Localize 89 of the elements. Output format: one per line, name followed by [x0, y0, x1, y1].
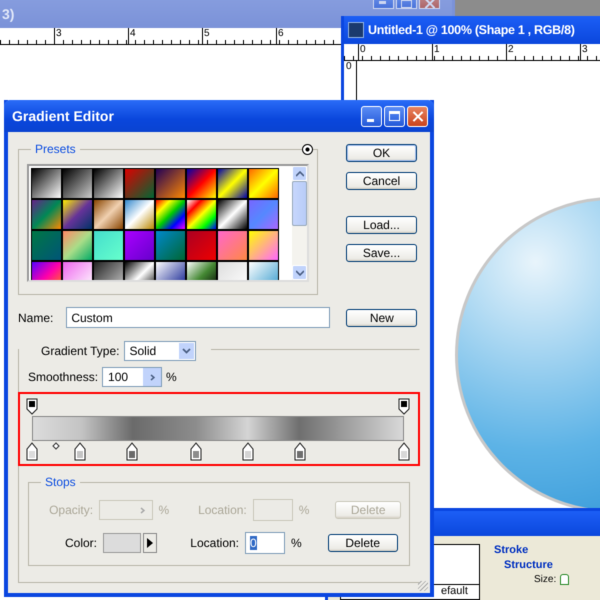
chevron-right-icon	[150, 374, 155, 380]
ruler-number: 4	[128, 28, 140, 44]
section-heading: Stroke	[494, 544, 530, 556]
gradient-swatch[interactable]	[62, 199, 93, 230]
opacity-field[interactable]	[99, 500, 153, 520]
gradient-swatch[interactable]	[186, 230, 217, 261]
color-stop[interactable]	[26, 442, 38, 461]
minimize-button[interactable]	[361, 106, 382, 126]
gradient-swatch[interactable]	[248, 168, 279, 199]
smoothness-field[interactable]: 100	[102, 367, 162, 387]
gradient-swatch[interactable]	[93, 230, 124, 261]
smoothness-label: Smoothness:	[28, 370, 98, 384]
color-stop[interactable]	[190, 442, 202, 461]
opacity-label: Opacity:	[48, 503, 94, 517]
gradient-preview-bar[interactable]	[32, 416, 404, 441]
dialog-button[interactable]: Save...	[346, 244, 417, 262]
gradient-swatch[interactable]	[186, 199, 217, 230]
ruler-number: 6	[276, 28, 288, 44]
ruler-number: 0	[358, 44, 370, 60]
gradient-swatch[interactable]	[62, 168, 93, 199]
percent-unit: %	[291, 536, 302, 550]
window-title: 3)	[2, 6, 14, 22]
color-label: Color:	[64, 536, 97, 550]
group-label: Presets	[31, 142, 80, 156]
gradient-swatch[interactable]	[62, 230, 93, 261]
gradient-swatch[interactable]	[124, 230, 155, 261]
color-stop[interactable]	[398, 442, 410, 461]
gradient-swatch[interactable]	[217, 199, 248, 230]
close-button[interactable]	[407, 106, 428, 126]
maximize-button[interactable]	[384, 106, 405, 126]
window-title: Untitled-1 @ 100% (Shape 1 , RGB/8)	[368, 23, 575, 37]
color-stop[interactable]	[242, 442, 254, 461]
scroll-up-button[interactable]	[292, 166, 307, 181]
location-label: Location:	[189, 536, 239, 550]
opacity-stop[interactable]	[398, 398, 410, 415]
gradient-swatch[interactable]	[93, 168, 124, 199]
percent-unit: %	[298, 503, 310, 517]
ruler-number: 1	[432, 44, 444, 60]
triangle-right-icon	[147, 538, 153, 548]
chevron-down-icon	[182, 348, 190, 354]
percent-unit: %	[166, 370, 177, 384]
size-label: Size:	[534, 574, 556, 585]
color-menu-button[interactable]	[143, 533, 157, 553]
gradient-swatch[interactable]	[124, 199, 155, 230]
dialog-button[interactable]: Load...	[346, 216, 417, 234]
name-field[interactable]: Custom	[66, 307, 330, 328]
slider-thumb[interactable]	[560, 574, 570, 585]
gradient-swatch[interactable]	[248, 230, 279, 261]
new-button[interactable]: New	[346, 308, 418, 326]
gradient-swatch[interactable]	[186, 168, 217, 199]
ruler-number: 0	[346, 61, 352, 72]
gradient-swatch[interactable]	[217, 168, 248, 199]
gradient-swatch[interactable]	[31, 168, 62, 199]
location-label: Location:	[197, 503, 247, 517]
app-icon	[348, 22, 364, 38]
chevron-right-icon	[140, 506, 146, 514]
gradient-swatch[interactable]	[217, 230, 248, 261]
gradient-type-dropdown[interactable]: Solid	[124, 341, 196, 361]
group-label: Stops	[41, 475, 80, 489]
gradient-swatch[interactable]	[155, 230, 186, 261]
scroll-down-button[interactable]	[292, 265, 307, 280]
color-stop[interactable]	[74, 442, 86, 461]
ruler-number: 3	[580, 44, 592, 60]
gradient-swatch[interactable]	[155, 199, 186, 230]
gradient-swatch[interactable]	[248, 199, 279, 230]
gradient-swatch[interactable]	[155, 168, 186, 199]
color-stop[interactable]	[126, 442, 138, 461]
dialog-button[interactable]: Cancel	[346, 172, 417, 190]
gradient-swatch[interactable]	[124, 168, 155, 199]
opacity-stop[interactable]	[26, 398, 38, 415]
name-label: Name:	[18, 310, 54, 324]
percent-unit: %	[158, 503, 170, 517]
location-field[interactable]: 0	[245, 532, 285, 554]
ruler-number: 3	[54, 28, 66, 44]
section-heading: Structure	[503, 559, 554, 571]
gradient-swatch[interactable]	[31, 199, 62, 230]
color-swatch[interactable]	[103, 533, 141, 553]
ruler-number: 5	[202, 28, 214, 44]
gradient-swatch[interactable]	[93, 199, 124, 230]
gradient-swatch[interactable]	[31, 230, 62, 261]
gradient-type-label: Gradient Type:	[41, 344, 120, 358]
dialog-button[interactable]: OK	[346, 144, 417, 162]
color-stop[interactable]	[294, 442, 306, 461]
scrollbar[interactable]	[292, 166, 307, 280]
ruler-number: 2	[506, 44, 518, 60]
resize-grip-icon[interactable]	[418, 581, 428, 591]
scroll-thumb[interactable]	[292, 181, 307, 226]
delete-button[interactable]: Delete	[328, 534, 398, 552]
dialog-title: Gradient Editor	[12, 108, 114, 124]
